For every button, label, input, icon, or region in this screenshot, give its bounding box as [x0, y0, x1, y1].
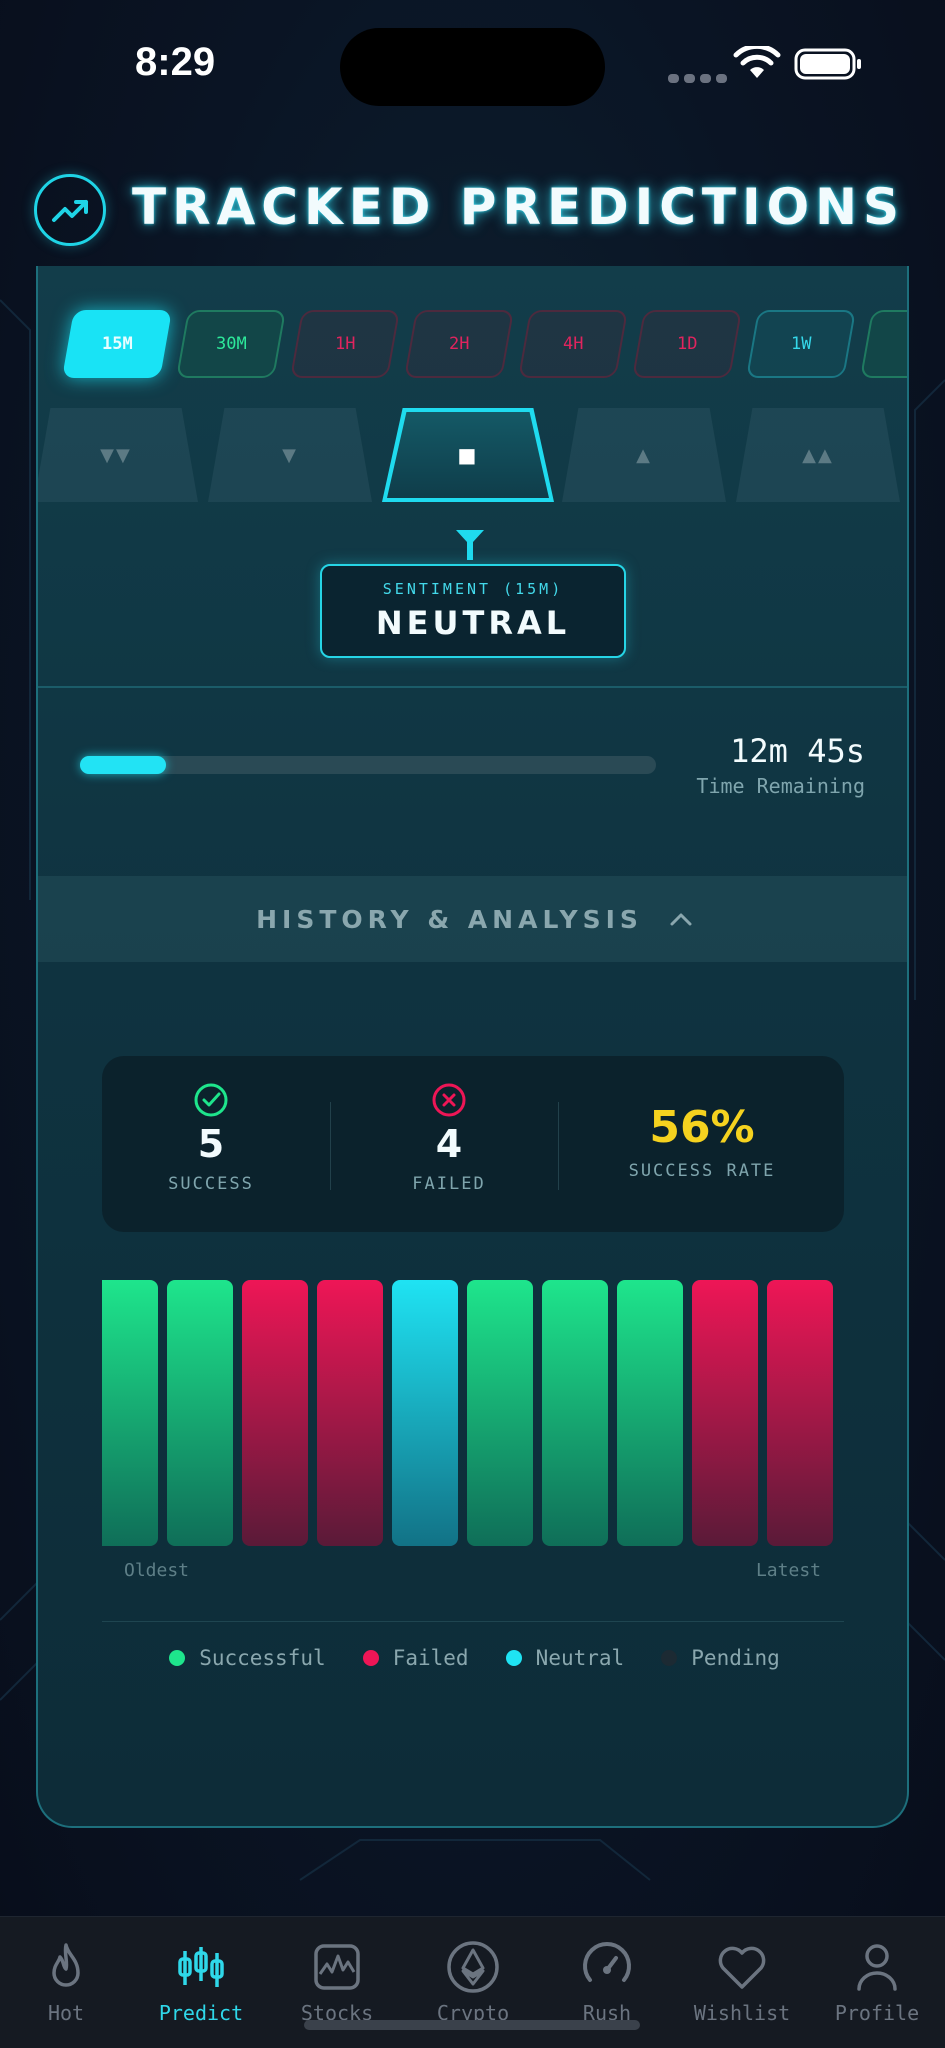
history-bar-2-success — [167, 1280, 233, 1546]
sentiment-selector: ▼▼ ▼ ■ ▲ ▲▲ — [38, 408, 907, 508]
up-arrow-icon: ▲ — [636, 444, 652, 466]
stock-chart-icon — [314, 1944, 360, 1990]
sentiment-display: SENTIMENT (15M) NEUTRAL — [320, 564, 626, 658]
history-title: HISTORY & ANALYSIS — [256, 904, 643, 934]
chart-legend: Successful Failed Neutral Pending — [38, 1646, 907, 1670]
history-bar-7-success — [542, 1280, 608, 1546]
tab-2h[interactable]: 2H — [404, 310, 514, 378]
square-icon: ■ — [457, 443, 479, 467]
history-bar-4-failed — [317, 1280, 383, 1546]
legend-successful: Successful — [169, 1646, 326, 1670]
status-time: 8:29 — [135, 40, 216, 84]
wifi-icon — [733, 46, 781, 78]
history-bar-3-failed — [242, 1280, 308, 1546]
nav-hot[interactable]: Hot — [1, 1939, 131, 2025]
success-rate-label: SUCCESS RATE — [628, 1161, 776, 1181]
candlestick-icon — [178, 1947, 224, 1987]
nav-profile[interactable]: Profile — [812, 1939, 942, 2025]
x-circle-icon — [432, 1083, 466, 1117]
legend-neutral: Neutral — [505, 1646, 624, 1670]
gauge-icon — [583, 1942, 631, 1982]
check-circle-icon — [194, 1083, 228, 1117]
legend-dot-neutral — [505, 1650, 522, 1666]
down-arrow-icon: ▼ — [282, 444, 298, 466]
nav-crypto[interactable]: Crypto — [408, 1939, 538, 2025]
nav-predict[interactable]: Predict — [136, 1939, 266, 2025]
legend-pending: Pending — [661, 1646, 780, 1670]
stat-divider — [330, 1102, 331, 1190]
chevron-up-icon — [670, 913, 692, 926]
time-remaining-label: Time Remaining — [696, 774, 865, 798]
stats-panel: 5 SUCCESS 4 FAILED 56% SUCCESS RATE — [102, 1056, 844, 1232]
success-count: 5 — [197, 1122, 225, 1166]
axis-label-oldest: Oldest — [124, 1560, 190, 1581]
history-bar-10-failed — [767, 1280, 833, 1546]
time-remaining-value: 12m 45s — [730, 732, 865, 770]
trending-up-icon — [34, 174, 106, 246]
tab-1d[interactable]: 1D — [632, 310, 742, 378]
history-bar-5-neutral — [392, 1280, 458, 1546]
time-progress-fill — [80, 756, 167, 774]
legend-dot-failed — [362, 1650, 379, 1666]
cellular-signal-icon — [668, 68, 732, 87]
double-up-arrow-icon: ▲▲ — [802, 444, 834, 466]
history-bar-chart — [102, 1280, 833, 1546]
legend-dot-pending — [661, 1650, 678, 1666]
nav-wishlist[interactable]: Wishlist — [677, 1939, 807, 2025]
sentiment-bullish[interactable]: ▲ — [562, 408, 726, 502]
ethereum-icon — [447, 1941, 499, 1993]
tab-1h[interactable]: 1H — [290, 310, 400, 378]
history-bar-9-failed — [692, 1280, 758, 1546]
heart-icon — [718, 1946, 766, 1989]
flame-icon — [52, 1943, 80, 1987]
time-progress-bar — [80, 756, 656, 774]
legend-dot-successful — [169, 1650, 186, 1666]
timeframe-tabs: 15M 30M 1H 2H 4H 1D 1W 1 — [56, 310, 907, 380]
history-bar-8-success — [617, 1280, 683, 1546]
battery-icon — [794, 48, 861, 80]
success-stat: 5 SUCCESS — [132, 1056, 290, 1232]
dynamic-island — [340, 28, 605, 106]
pointer-icon — [456, 530, 484, 560]
success-label: SUCCESS — [168, 1174, 254, 1194]
axis-label-latest: Latest — [755, 1560, 821, 1581]
nav-rush[interactable]: Rush — [542, 1939, 672, 2025]
sentiment-strong-bearish[interactable]: ▼▼ — [38, 408, 198, 502]
tab-30m[interactable]: 30M — [176, 310, 286, 378]
sentiment-strong-bullish[interactable]: ▲▲ — [736, 408, 900, 502]
page-title: TRACKED PREDICTIONS — [132, 178, 905, 236]
success-rate-value: 56% — [649, 1102, 755, 1153]
tab-1m[interactable]: 1 — [860, 310, 907, 378]
legend-failed: Failed — [362, 1646, 469, 1670]
sentiment-label: SENTIMENT (15M) — [382, 580, 564, 598]
nav-stocks[interactable]: Stocks — [272, 1939, 402, 2025]
sentiment-neutral[interactable]: ■ — [382, 408, 554, 502]
tab-1w[interactable]: 1W — [746, 310, 856, 378]
sentiment-value: NEUTRAL — [375, 604, 571, 642]
status-bar: 8:29 — [0, 0, 945, 120]
failed-label: FAILED — [412, 1174, 486, 1194]
history-toggle[interactable]: HISTORY & ANALYSIS — [38, 876, 907, 962]
history-bar-6-success — [467, 1280, 533, 1546]
failed-count: 4 — [435, 1122, 463, 1166]
sentiment-bearish[interactable]: ▼ — [208, 408, 372, 502]
history-bar-1-success — [102, 1280, 158, 1546]
double-down-arrow-icon: ▼▼ — [100, 444, 132, 466]
home-indicator — [304, 2020, 640, 2030]
tab-4h[interactable]: 4H — [518, 310, 628, 378]
tab-15m[interactable]: 15M — [62, 310, 172, 378]
failed-stat: 4 FAILED — [370, 1056, 528, 1232]
divider — [102, 1621, 844, 1622]
person-icon — [857, 1944, 897, 1991]
divider — [38, 686, 907, 688]
stat-divider — [558, 1102, 559, 1190]
page-header: TRACKED PREDICTIONS — [34, 172, 914, 248]
prediction-card: 15M 30M 1H 2H 4H 1D 1W 1 ▼▼ ▼ ■ ▲ ▲▲ SEN… — [36, 266, 909, 1828]
success-rate-stat: 56% SUCCESS RATE — [582, 1056, 822, 1232]
